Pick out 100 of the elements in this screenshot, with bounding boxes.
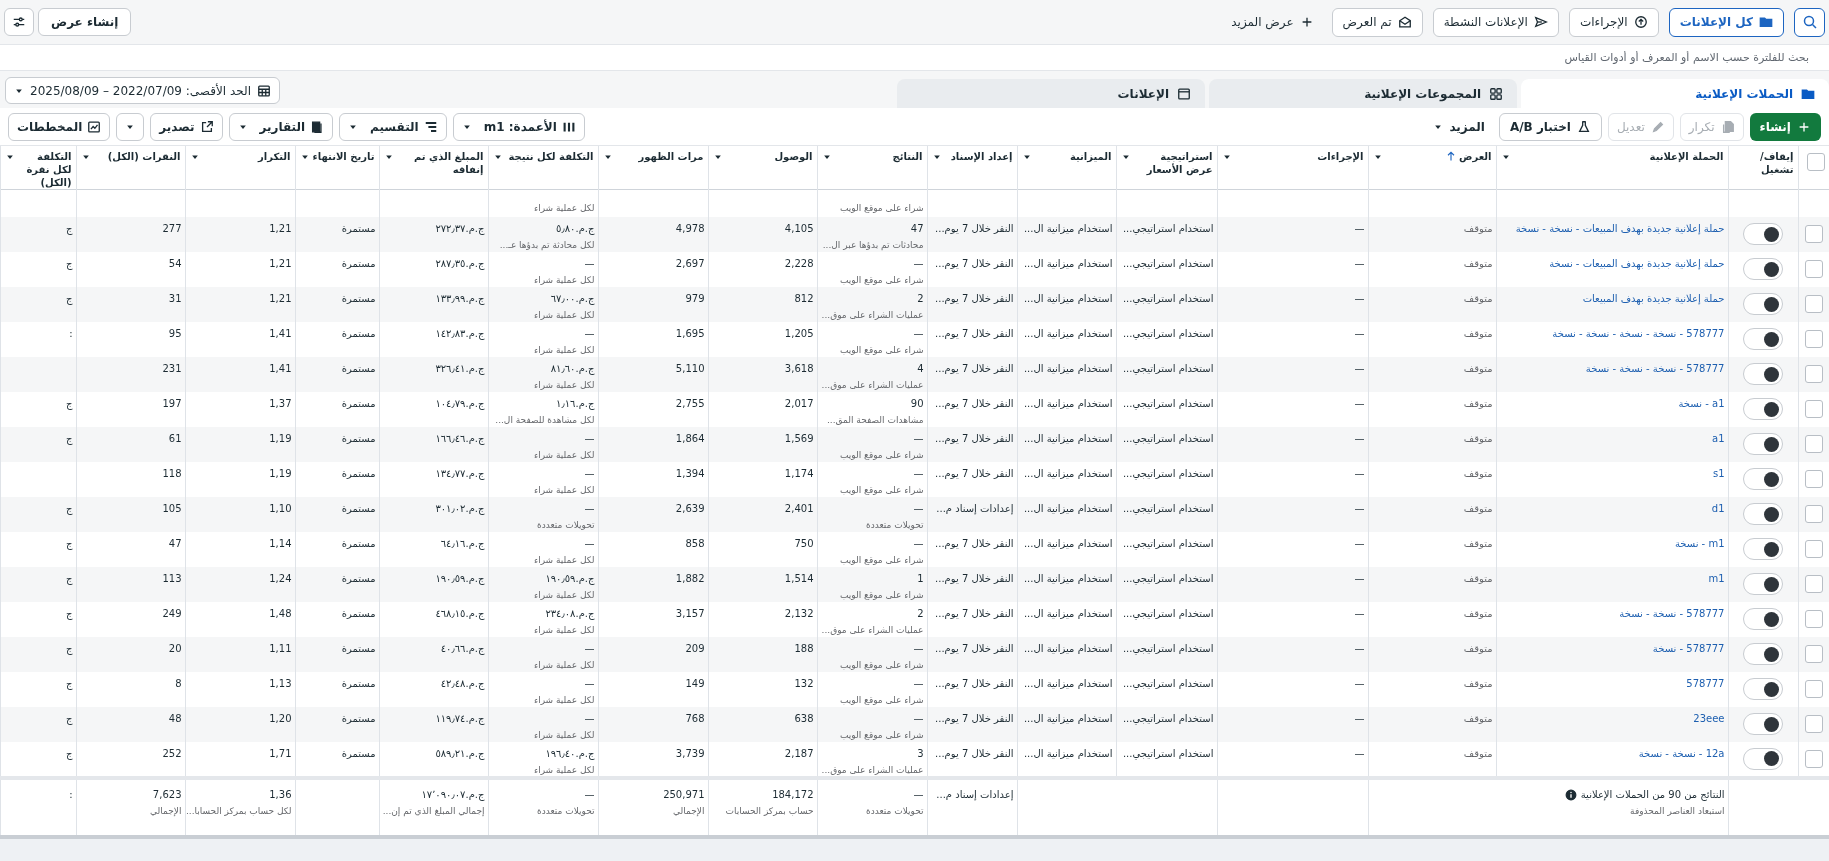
column-header[interactable]: الميزانية	[1021, 150, 1112, 163]
checkbox[interactable]	[1805, 540, 1823, 558]
checkbox[interactable]	[1805, 295, 1823, 313]
campaign-link[interactable]: حملة إعلانية جديدة بهدف المبيعات - نسخة	[1499, 256, 1725, 271]
table-cell-text: متوقف	[1462, 466, 1493, 481]
column-header[interactable]: الوصول	[712, 150, 813, 163]
toggle-switch[interactable]	[1743, 713, 1783, 735]
column-header[interactable]: العرض	[1372, 150, 1492, 163]
toolbar-menu-button[interactable]: الأعمدة: m1	[452, 112, 585, 141]
column-header[interactable]: التكرار	[189, 150, 291, 163]
column-header[interactable]: مرات الظهور	[602, 150, 704, 163]
campaign-link[interactable]: m1	[1499, 571, 1725, 586]
column-header[interactable]: الإجراءات	[1221, 150, 1364, 163]
toggle-switch[interactable]	[1743, 363, 1783, 385]
toolbar-button[interactable]: تصدير	[150, 112, 223, 141]
campaign-link[interactable]: 578777 - نسخة - نسخة	[1499, 606, 1725, 621]
tab[interactable]: الحملات الإعلانية	[1521, 79, 1829, 108]
create-button[interactable]: إنشاء	[1749, 112, 1821, 141]
checkbox[interactable]	[1805, 260, 1823, 278]
toolbar-menu-button[interactable]: التقسيم	[339, 112, 447, 141]
checkbox[interactable]	[1805, 610, 1823, 628]
checkbox[interactable]	[1805, 330, 1823, 348]
toggle-switch[interactable]	[1743, 398, 1783, 420]
toggle-switch[interactable]	[1743, 328, 1783, 350]
cell-note: شراء على موقع الويب	[839, 273, 924, 286]
toggle-switch[interactable]	[1743, 678, 1783, 700]
checkbox[interactable]	[1805, 470, 1823, 488]
toggle-switch[interactable]	[1743, 538, 1783, 560]
toolbar-button[interactable]: اختبار A/B	[1498, 112, 1602, 141]
campaign-link[interactable]: 578777	[1499, 676, 1725, 691]
cell-note: لكل عملية شراء	[532, 378, 595, 391]
campaign-link[interactable]: 12a - نسخة - نسخة	[1499, 746, 1725, 761]
calendar-icon	[257, 83, 271, 98]
table-cell-text: 1,19	[268, 466, 292, 481]
table-cell-text: 1,41	[268, 361, 292, 376]
toolbar-button[interactable]: المخططات	[8, 112, 111, 141]
checkbox[interactable]	[1805, 505, 1823, 523]
filter-button[interactable]: كل الإعلانات	[1668, 7, 1784, 37]
campaign-link[interactable]: s1	[1499, 466, 1725, 481]
campaign-link[interactable]: حملة إعلانية جديدة بهدف المبيعات	[1499, 291, 1725, 306]
checkbox[interactable]	[1805, 680, 1823, 698]
show-more-button[interactable]: عرض المزيد	[1223, 7, 1322, 37]
column-header[interactable]: التكلفة لكل نتيجة	[492, 150, 594, 163]
column-header[interactable]: الحملة الإعلانية	[1500, 150, 1724, 163]
more-menu-button[interactable]: المزيد	[1425, 112, 1493, 141]
campaign-link[interactable]: a1	[1499, 431, 1725, 446]
create-view-button[interactable]: إنشاء عرض	[38, 8, 132, 36]
date-range-button[interactable]: الحد الأقصى: 2022/07/09 – 2025/08/09	[5, 77, 280, 104]
filter-button[interactable]: الإجراءات	[1568, 7, 1659, 37]
column-header[interactable]: المبلغ الذي تم إنفاقه	[383, 150, 484, 176]
checkbox[interactable]	[1805, 715, 1823, 733]
table-cell-text: مستمرة	[340, 641, 376, 656]
column-header[interactable]: تاريخ الانتهاء	[299, 150, 375, 163]
column-header[interactable]: التكلفة لكل نقرة (الكل)	[4, 150, 72, 189]
campaign-link[interactable]: m1 - نسخة	[1499, 536, 1725, 551]
checkbox[interactable]	[1805, 749, 1823, 768]
cell-note: لكل حساب بمركز الحسابا...	[188, 804, 292, 817]
campaign-link[interactable]: 578777 - نسخة - نسخة - نسخة	[1499, 361, 1725, 376]
tab[interactable]: الإعلانات	[897, 79, 1205, 108]
toggle-switch[interactable]	[1743, 747, 1783, 770]
toggle-switch[interactable]	[1743, 503, 1783, 525]
toolbar-menu-button[interactable]: التقارير	[228, 112, 334, 141]
campaign-link[interactable]: 23eee	[1499, 711, 1725, 726]
checkbox[interactable]	[1805, 400, 1823, 418]
checkbox[interactable]	[1807, 153, 1825, 171]
tab[interactable]: المجموعات الإعلانية	[1209, 79, 1517, 108]
filter-button[interactable]: تم العرض	[1331, 7, 1423, 37]
column-header[interactable]: إعداد الإسناد	[931, 150, 1013, 163]
column-header[interactable]: إيقاف/ تشغيل	[1732, 150, 1794, 176]
table-cell-text: 277	[161, 221, 182, 236]
toggle-switch[interactable]	[1743, 223, 1783, 245]
table-cell: —	[913, 787, 924, 802]
table-cell-text: 1,14	[268, 536, 292, 551]
checkbox[interactable]	[1805, 225, 1823, 243]
filter-settings-button[interactable]	[4, 8, 34, 36]
table-cell-text: النقر خلال 7 يوم...	[934, 431, 1014, 446]
column-header[interactable]: النقرات (الكل)	[80, 150, 181, 163]
toggle-switch[interactable]	[1743, 608, 1783, 630]
table-cell-text: —	[583, 466, 595, 481]
checkbox[interactable]	[1805, 645, 1823, 663]
campaign-link[interactable]: 578777 - نسخة	[1499, 641, 1725, 656]
table-cell-text: 1,11	[268, 641, 292, 656]
search-button[interactable]	[1794, 7, 1825, 37]
toggle-switch[interactable]	[1743, 293, 1783, 315]
campaign-link[interactable]: 578777 - نسخة - نسخة - نسخة - نسخة	[1499, 326, 1725, 341]
toggle-switch[interactable]	[1743, 643, 1783, 665]
cell-note: عمليات الشراء على موق...	[820, 763, 924, 776]
column-header[interactable]: النتائج	[821, 150, 923, 163]
column-header[interactable]: استراتيجية عرض الأسعار	[1120, 150, 1213, 176]
checkbox[interactable]	[1805, 575, 1823, 593]
campaign-link[interactable]: d1	[1499, 501, 1725, 516]
toggle-switch[interactable]	[1743, 573, 1783, 595]
toggle-switch[interactable]	[1743, 468, 1783, 490]
checkbox[interactable]	[1805, 435, 1823, 453]
campaign-link[interactable]: حملة إعلانية جديدة بهدف المبيعات - نسخة - نسخة	[1499, 221, 1725, 236]
checkbox[interactable]	[1805, 365, 1823, 383]
toggle-switch[interactable]	[1743, 433, 1783, 455]
toggle-switch[interactable]	[1743, 258, 1783, 280]
filter-button[interactable]: الإعلانات النشطة	[1432, 7, 1559, 37]
campaign-link[interactable]: a1 - نسخة	[1499, 396, 1725, 411]
